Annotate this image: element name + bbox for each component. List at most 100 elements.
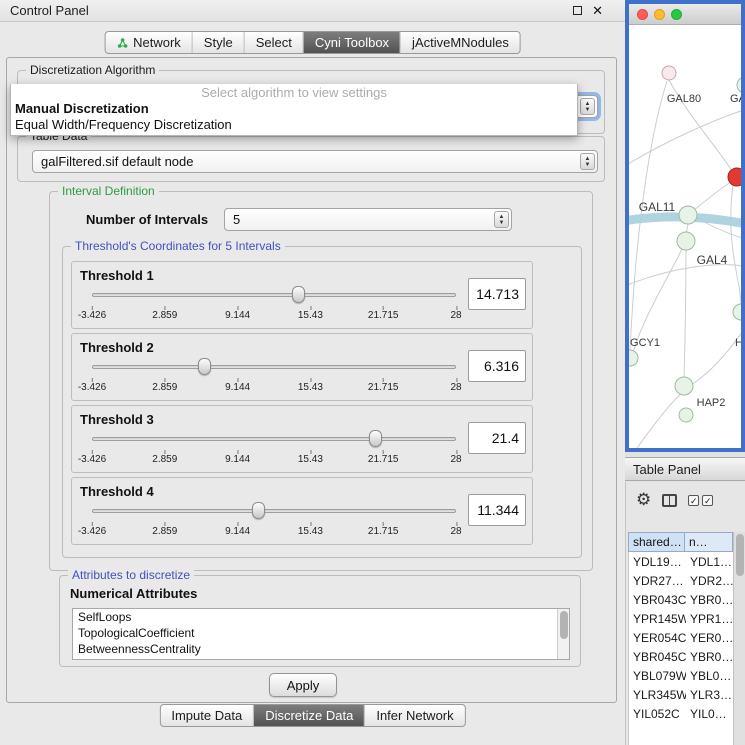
table-row[interactable]: YDR27…YDR2… xyxy=(629,571,733,590)
table-scrollbar[interactable] xyxy=(733,532,745,745)
table-row[interactable]: YBR043CYBR0… xyxy=(629,590,733,609)
cell[interactable]: YIL052C xyxy=(629,704,686,723)
tab-discretize-data[interactable]: Discretize Data xyxy=(253,705,364,726)
group-label: Discretization Algorithm xyxy=(26,63,159,77)
tab-select[interactable]: Select xyxy=(244,32,303,53)
threshold-3-slider[interactable] xyxy=(92,430,456,448)
scrollbar-thumb[interactable] xyxy=(560,611,568,639)
cell[interactable]: YBL079W xyxy=(629,666,686,685)
network-node[interactable] xyxy=(737,77,741,93)
tab-impute-data[interactable]: Impute Data xyxy=(160,705,253,726)
cell[interactable]: YIL0… xyxy=(686,704,733,723)
network-node[interactable] xyxy=(677,232,695,250)
cell[interactable]: YBR0… xyxy=(686,647,733,666)
cell[interactable]: YLR3… xyxy=(686,685,733,704)
tab-style[interactable]: Style xyxy=(192,32,244,53)
cell[interactable]: YER0… xyxy=(686,628,733,647)
threshold-2-slider[interactable] xyxy=(92,358,456,376)
checkbox-icon[interactable] xyxy=(688,495,699,506)
slider-track[interactable] xyxy=(92,293,456,297)
slider-tick-labels: -3.426 2.859 9.144 15.43 21.715 28 xyxy=(92,378,456,394)
network-node[interactable] xyxy=(679,206,697,224)
slider-track[interactable] xyxy=(92,509,456,513)
threshold-4-value-field[interactable] xyxy=(468,494,526,526)
tab-network[interactable]: Network xyxy=(105,32,192,53)
network-node[interactable] xyxy=(662,66,676,80)
cell[interactable]: YDL19… xyxy=(629,552,686,571)
network-node[interactable] xyxy=(679,408,693,422)
threshold-3-value-field[interactable] xyxy=(468,422,526,454)
zoom-traffic-light[interactable] xyxy=(671,9,682,20)
threshold-4-slider[interactable] xyxy=(92,502,456,520)
table-row[interactable]: YBR045CYBR0… xyxy=(629,647,733,666)
combobox-value: galFiltered.sif default node xyxy=(41,154,193,169)
cell[interactable]: YPR145W xyxy=(629,609,686,628)
minimize-traffic-light[interactable] xyxy=(654,9,665,20)
cell[interactable]: YBR043C xyxy=(629,590,686,609)
numerical-attributes-list[interactable]: SelfLoops TopologicalCoefficient Between… xyxy=(72,608,570,660)
popup-option-equal-width-frequency[interactable]: Equal Width/Frequency Discretization xyxy=(11,117,577,133)
slider-track[interactable] xyxy=(92,365,456,369)
network-window-titlebar xyxy=(629,4,741,25)
tab-jactivemnodules[interactable]: jActiveMNodules xyxy=(400,32,520,53)
slider-thumb[interactable] xyxy=(252,502,265,519)
apply-button[interactable]: Apply xyxy=(269,673,337,697)
table-row[interactable]: YPR145WYPR1… xyxy=(629,609,733,628)
table-row[interactable]: YDL19…YDL1… xyxy=(629,552,733,571)
cell[interactable]: YBL0… xyxy=(686,666,733,685)
gear-icon[interactable] xyxy=(636,490,651,510)
table-data-combobox[interactable]: galFiltered.sif default node xyxy=(32,150,598,173)
cell[interactable]: YDL1… xyxy=(686,552,733,571)
tab-infer-network[interactable]: Infer Network xyxy=(364,705,464,726)
tick-label: 21.715 xyxy=(368,454,399,465)
combobox-arrows-icon[interactable] xyxy=(580,98,595,115)
checkbox-icon[interactable] xyxy=(702,495,713,506)
slider-track[interactable] xyxy=(92,437,456,441)
threshold-2-value-field[interactable] xyxy=(468,350,526,382)
table-row[interactable]: YER054CYER0… xyxy=(629,628,733,647)
columns-icon[interactable] xyxy=(662,494,677,507)
slider-thumb[interactable] xyxy=(369,430,382,447)
column-header-name[interactable]: n… xyxy=(685,532,733,552)
slider-thumb[interactable] xyxy=(292,286,305,303)
network-node[interactable] xyxy=(629,350,638,366)
cell[interactable]: YBR0… xyxy=(686,590,733,609)
cell[interactable]: YBR045C xyxy=(629,647,686,666)
close-icon[interactable]: ✕ xyxy=(592,3,603,19)
cell[interactable]: YDR2… xyxy=(686,571,733,590)
network-canvas[interactable]: GAL80 GA GAL11 GAL4 GCY1 HAP2 H xyxy=(629,25,741,448)
list-item[interactable]: SelfLoops xyxy=(73,609,569,625)
combobox-arrows-icon[interactable] xyxy=(580,153,595,170)
tick-label: 21.715 xyxy=(368,526,399,537)
tab-cyni-toolbox[interactable]: Cyni Toolbox xyxy=(303,32,400,53)
network-nodes[interactable] xyxy=(629,66,741,422)
table-row[interactable]: YIL052CYIL0… xyxy=(629,704,733,723)
tab-label: jActiveMNodules xyxy=(412,35,509,50)
node-label: HAP2 xyxy=(697,397,726,409)
float-window-icon[interactable] xyxy=(573,6,582,15)
network-node-selected[interactable] xyxy=(728,168,741,186)
threshold-1-slider[interactable] xyxy=(92,286,456,304)
network-node[interactable] xyxy=(733,304,741,320)
network-node[interactable] xyxy=(675,377,693,395)
node-label: GAL4 xyxy=(697,253,728,267)
cell[interactable]: YPR1… xyxy=(686,609,733,628)
scrollbar-thumb[interactable] xyxy=(736,534,744,576)
combobox-arrows-icon[interactable] xyxy=(494,211,509,228)
list-item[interactable]: BetweennessCentrality xyxy=(73,641,569,657)
close-traffic-light[interactable] xyxy=(637,9,648,20)
table-row[interactable]: YBL079WYBL0… xyxy=(629,666,733,685)
cell[interactable]: YLR345W xyxy=(629,685,686,704)
threshold-4-panel: Threshold 4 -3.426 2.859 9.144 15.43 21.… xyxy=(71,477,533,545)
cell[interactable]: YER054C xyxy=(629,628,686,647)
num-intervals-combobox[interactable]: 5 xyxy=(224,208,512,231)
list-item[interactable]: TopologicalCoefficient xyxy=(73,625,569,641)
cell[interactable]: YDR27… xyxy=(629,571,686,590)
threshold-1-value-field[interactable] xyxy=(468,278,526,310)
table-row[interactable]: YLR345WYLR3… xyxy=(629,685,733,704)
slider-thumb[interactable] xyxy=(198,358,211,375)
list-scrollbar[interactable] xyxy=(557,609,569,659)
popup-option-manual-discretization[interactable]: Manual Discretization xyxy=(11,101,577,117)
tab-label: Impute Data xyxy=(171,708,242,723)
column-header-shared-name[interactable]: shared… xyxy=(628,532,685,552)
